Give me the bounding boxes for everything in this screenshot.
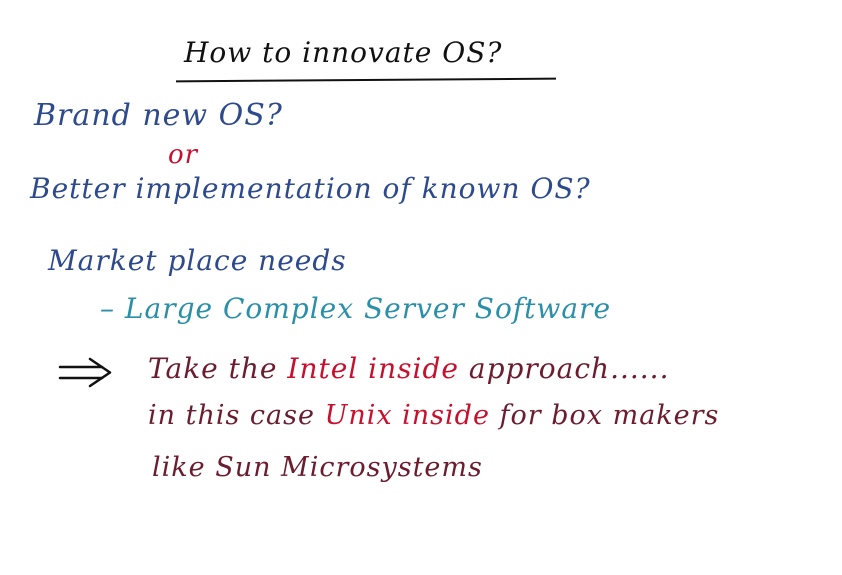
double-arrow-icon — [58, 357, 112, 388]
approach-prefix: Take the — [148, 352, 288, 385]
box-makers-suffix: for box makers — [489, 400, 720, 431]
market-place-heading: Market place needs — [48, 244, 347, 277]
unix-inside-line: in this case Unix inside for box makers — [148, 400, 719, 431]
intel-highlight: Intel — [287, 352, 359, 385]
bullet-dash: – — [100, 292, 115, 325]
slide-title: How to innovate OS? — [184, 36, 503, 69]
market-need-text: Large Complex Server Software — [124, 292, 612, 325]
whiteboard-canvas: How to innovate OS? Brand new OS? or Bet… — [0, 0, 842, 575]
case-prefix: in this case — [148, 400, 325, 431]
question-brand-new-os: Brand new OS? — [34, 98, 283, 133]
approach-suffix: approach...... — [458, 352, 670, 385]
inside-highlight: inside — [358, 352, 459, 385]
market-need-item: – Large Complex Server Software — [100, 292, 611, 325]
unix-inside-highlight: Unix inside — [324, 400, 490, 431]
sun-microsystems-line: like Sun Microsystems — [152, 452, 483, 483]
approach-line: Take the Intel inside approach...... — [148, 352, 669, 385]
or-connector: or — [168, 140, 199, 170]
title-underline — [175, 77, 557, 83]
question-better-implementation: Better implementation of known OS? — [30, 172, 591, 205]
